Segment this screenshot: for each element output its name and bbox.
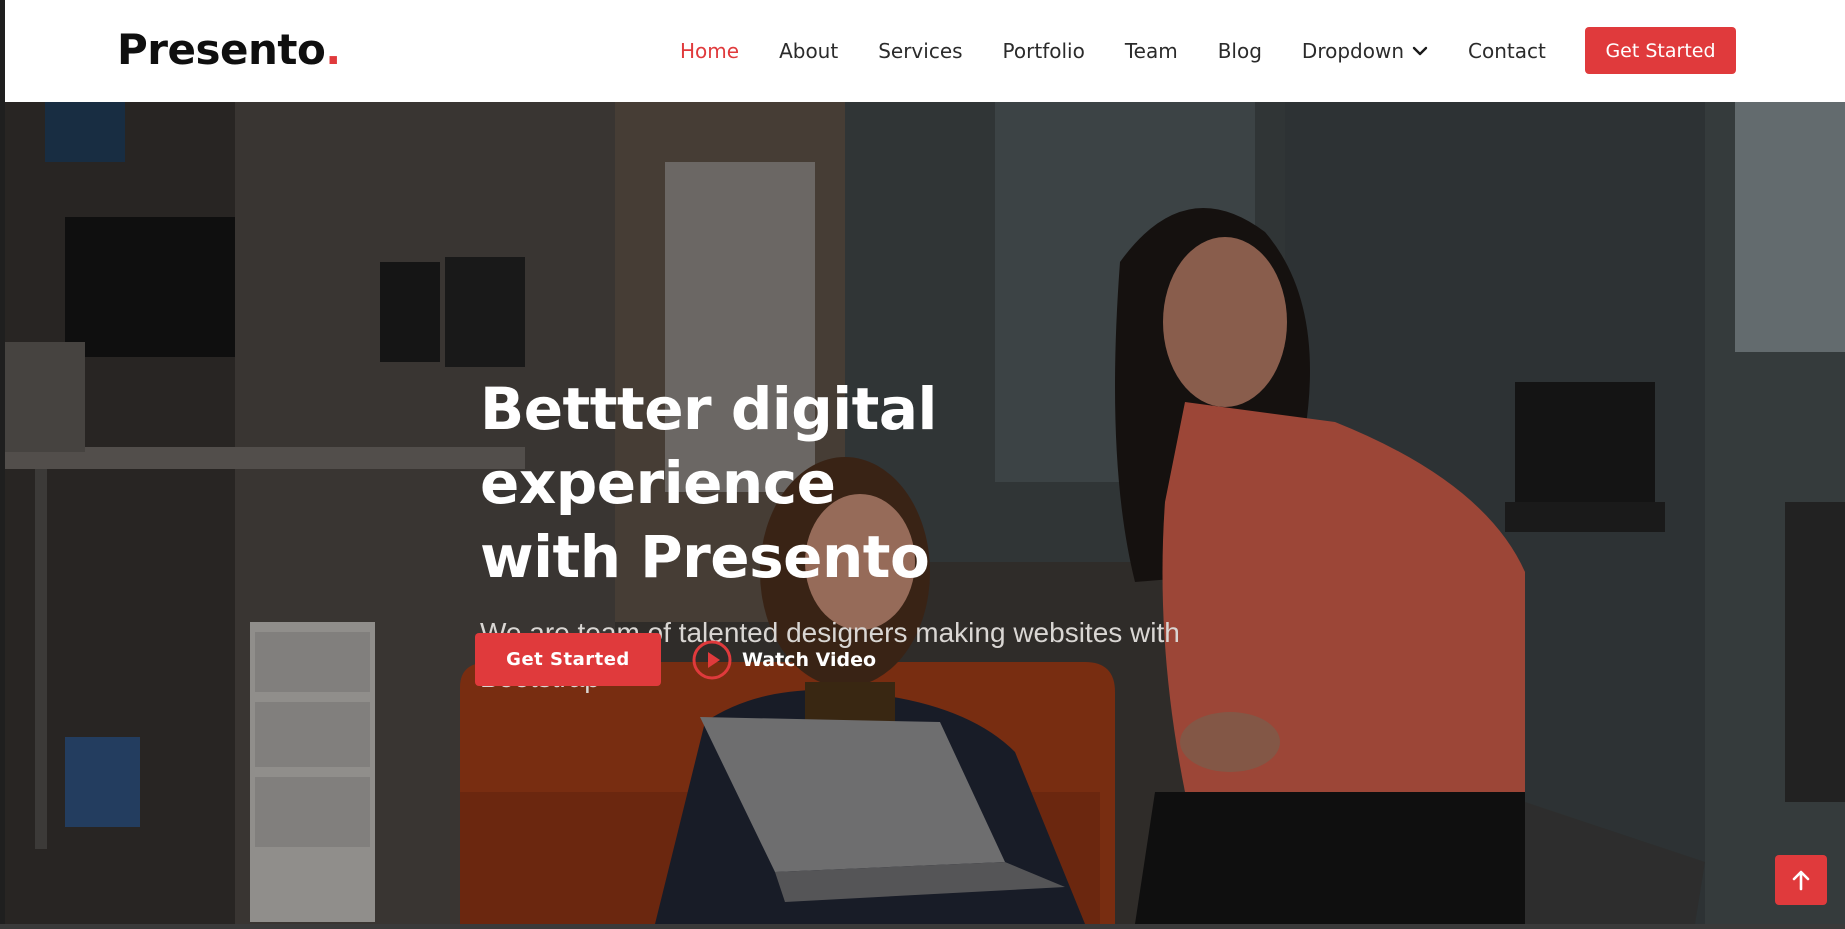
- site-header: Presento. Home About Services Portfolio …: [5, 0, 1845, 102]
- watch-video-label: Watch Video: [742, 648, 877, 671]
- back-to-top-button[interactable]: [1775, 855, 1827, 905]
- watch-video-link[interactable]: Watch Video: [692, 640, 876, 680]
- nav-dropdown-label: Dropdown: [1301, 39, 1405, 63]
- bottom-edge: [0, 924, 1845, 929]
- page: Presento. Home About Services Portfolio …: [0, 0, 1845, 929]
- hero-title-line2: with Presento: [480, 523, 930, 591]
- hero-title-line1: Bettter digital experience: [480, 375, 937, 517]
- hero-actions: Get Started Watch Video: [475, 633, 876, 686]
- arrow-up-icon: [1792, 870, 1810, 891]
- play-circle-icon: [692, 640, 732, 679]
- nav-about[interactable]: About: [779, 39, 838, 63]
- nav-portfolio[interactable]: Portfolio: [1003, 39, 1085, 63]
- logo[interactable]: Presento.: [117, 24, 341, 76]
- hero-title: Bettter digital experience with Presento: [480, 372, 1280, 594]
- nav-services[interactable]: Services: [878, 39, 962, 63]
- nav-team[interactable]: Team: [1125, 39, 1178, 63]
- chevron-down-icon: [1412, 46, 1428, 56]
- nav-home[interactable]: Home: [680, 39, 739, 63]
- logo-dot: .: [325, 25, 341, 74]
- nav-dropdown[interactable]: Dropdown: [1302, 39, 1428, 63]
- nav-contact[interactable]: Contact: [1468, 39, 1546, 63]
- main-nav: Home About Services Portfolio Team Blog …: [680, 0, 1586, 102]
- hero-section: Bettter digital experience with Presento…: [5, 102, 1845, 924]
- logo-text: Presento: [117, 25, 326, 74]
- hero-get-started-button[interactable]: Get Started: [475, 633, 661, 686]
- nav-blog[interactable]: Blog: [1218, 39, 1262, 63]
- header-get-started-button[interactable]: Get Started: [1585, 27, 1736, 74]
